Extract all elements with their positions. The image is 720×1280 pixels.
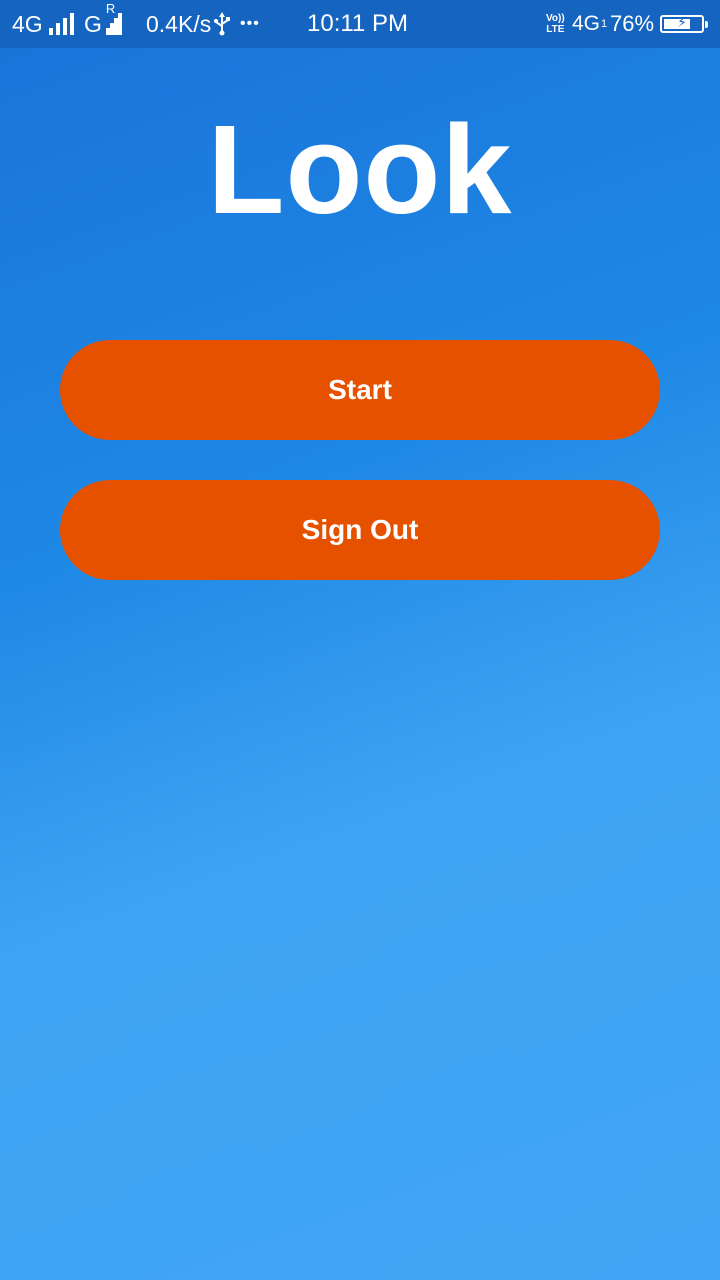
usb-icon xyxy=(213,0,231,48)
clock: 10:11 PM xyxy=(307,10,408,37)
charging-bolt-icon: ⚡ xyxy=(677,14,687,30)
signal-bars-icon xyxy=(48,13,74,35)
app-title: Look xyxy=(207,99,513,240)
start-button[interactable]: Start xyxy=(60,340,660,440)
battery-percent: 76% xyxy=(610,11,655,36)
sign-out-button[interactable]: Sign Out xyxy=(60,480,660,580)
network-type-label-secondary: G xyxy=(84,10,102,37)
network-indicator-primary: 4G xyxy=(12,0,74,48)
ellipsis-icon: ••• xyxy=(240,15,260,32)
network-speed: 0.4K/s xyxy=(146,10,212,37)
network-indicator-secondary: G R xyxy=(84,0,122,48)
roaming-indicator: R xyxy=(105,1,116,16)
network-type-label: 4G xyxy=(12,10,43,37)
battery-icon: ⚡ xyxy=(660,0,708,48)
network-indicator-data: 4G 1 xyxy=(572,12,608,35)
status-bar: 4G G R 0.4K/s ••• 10:11 PM Vo)) LTE 4G 1… xyxy=(0,0,720,48)
signal-bars-roaming-icon: R xyxy=(105,1,122,35)
volte-icon: Vo)) LTE xyxy=(546,13,565,35)
